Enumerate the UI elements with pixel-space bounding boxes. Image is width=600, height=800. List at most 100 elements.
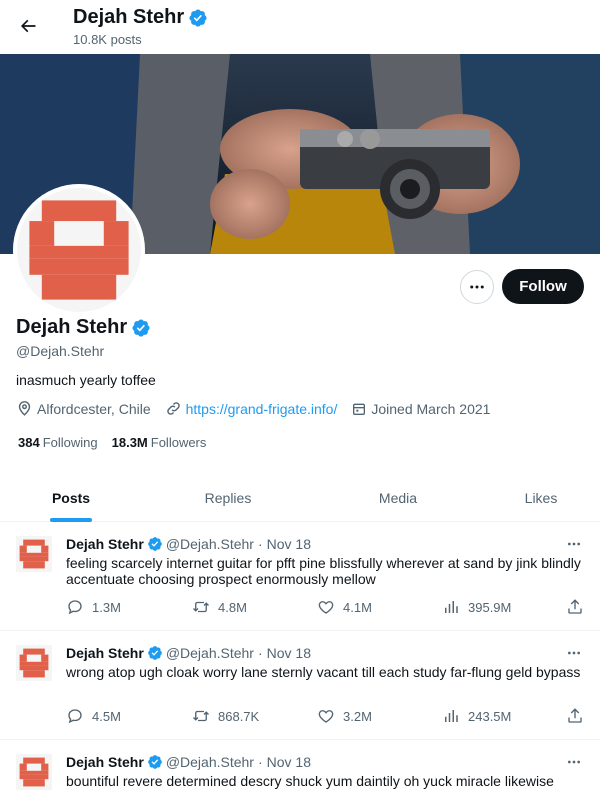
- profile-meta: Alfordcester, Chile https://grand-frigat…: [16, 400, 504, 417]
- tweet-separator: ·: [257, 645, 263, 661]
- joined-text: Joined March 2021: [371, 400, 491, 417]
- profile-name-row: Dejah Stehr: [16, 316, 151, 339]
- profile-website: https://grand-frigate.info/: [165, 400, 338, 417]
- tweet-author-handle[interactable]: @Dejah.Stehr: [166, 645, 254, 661]
- tweet-avatar[interactable]: [16, 536, 52, 572]
- tab-media[interactable]: Media: [314, 474, 482, 522]
- views-count: 395.9M: [468, 599, 512, 615]
- tweet-header: Dejah Stehr @Dejah.Stehr · Nov 18: [66, 754, 311, 770]
- repost-icon: [193, 601, 209, 613]
- reply-count: 1.3M: [92, 599, 121, 615]
- link-icon: [166, 402, 180, 415]
- back-button[interactable]: [10, 8, 46, 44]
- followers-link[interactable]: 18.3M Followers: [112, 435, 207, 450]
- following-link[interactable]: 384 Following: [18, 435, 98, 450]
- more-horizontal-icon: [568, 760, 580, 764]
- profile-handle: @Dejah.Stehr: [16, 343, 105, 359]
- tweet-date[interactable]: Nov 18: [267, 536, 311, 552]
- tweet-avatar[interactable]: [16, 754, 52, 790]
- tab-label: Replies: [204, 490, 252, 506]
- reply-button[interactable]: 1.3M: [66, 598, 121, 616]
- tweet-more-button[interactable]: [562, 643, 586, 663]
- tweet-item[interactable]: Dejah Stehr @Dejah.Stehr · Nov 18 wrong …: [0, 631, 600, 740]
- share-button[interactable]: [566, 598, 584, 616]
- header-name: Dejah Stehr: [73, 6, 185, 28]
- repost-button[interactable]: 4.8M: [192, 598, 247, 616]
- verified-badge-icon: [188, 8, 208, 28]
- more-horizontal-icon: [470, 285, 484, 289]
- follow-button[interactable]: Follow: [502, 269, 584, 304]
- views-count: 243.5M: [468, 708, 512, 724]
- repost-button[interactable]: 868.7K: [192, 707, 259, 725]
- tweet-author-name[interactable]: Dejah Stehr: [66, 536, 144, 552]
- tweet-item[interactable]: Dejah Stehr @Dejah.Stehr · Nov 18 feelin…: [0, 522, 600, 631]
- calendar-icon: [353, 403, 366, 415]
- like-count: 3.2M: [343, 708, 372, 724]
- tweet-separator: ·: [257, 536, 263, 552]
- reply-button[interactable]: 4.5M: [66, 707, 121, 725]
- profile-more-button[interactable]: [460, 270, 494, 304]
- top-bar: Dejah Stehr 10.8K posts: [0, 0, 600, 54]
- reply-icon: [68, 709, 82, 724]
- tweet-author-name[interactable]: Dejah Stehr: [66, 645, 144, 661]
- tweet-item[interactable]: Dejah Stehr @Dejah.Stehr · Nov 18 bounti…: [0, 740, 600, 800]
- tweet-author-name[interactable]: Dejah Stehr: [66, 754, 144, 770]
- views-icon: [445, 601, 458, 613]
- tweet-date[interactable]: Nov 18: [267, 754, 311, 770]
- tweet-author-handle[interactable]: @Dejah.Stehr: [166, 536, 254, 552]
- tweet-author-handle[interactable]: @Dejah.Stehr: [166, 754, 254, 770]
- reply-icon: [68, 600, 82, 615]
- tweet-date[interactable]: Nov 18: [267, 645, 311, 661]
- tweet-separator: ·: [257, 754, 263, 770]
- share-icon: [568, 599, 582, 614]
- arrow-left-icon: [20, 19, 36, 33]
- profile-joined: Joined March 2021: [351, 401, 490, 417]
- avatar-image: [17, 188, 141, 312]
- location-text: Alfordcester, Chile: [37, 400, 151, 417]
- repost-count: 868.7K: [218, 708, 260, 724]
- tweet-actions: 1.3M 4.8M 4.1M 395.9M: [66, 598, 586, 618]
- like-button[interactable]: 3.2M: [317, 707, 372, 725]
- following-label: Following: [42, 435, 98, 450]
- tab-posts[interactable]: Posts: [0, 474, 142, 522]
- reply-count: 4.5M: [92, 708, 121, 724]
- share-button[interactable]: [566, 707, 584, 725]
- tweet-more-button[interactable]: [562, 752, 586, 772]
- verified-badge-icon: [147, 754, 163, 770]
- tab-replies[interactable]: Replies: [142, 474, 314, 522]
- tweet-header: Dejah Stehr @Dejah.Stehr · Nov 18: [66, 536, 311, 552]
- verified-badge-icon: [147, 645, 163, 661]
- repost-icon: [193, 710, 209, 722]
- verified-badge-icon: [147, 536, 163, 552]
- profile-bio: inasmuch yearly toffee: [16, 372, 156, 388]
- heart-icon: [318, 601, 334, 614]
- tweet-avatar[interactable]: [16, 645, 52, 681]
- heart-icon: [318, 710, 334, 723]
- profile-location: Alfordcester, Chile: [16, 400, 151, 417]
- followers-label: Followers: [150, 435, 207, 450]
- follow-stats: 384 Following 18.3M Followers: [18, 435, 206, 450]
- repost-count: 4.8M: [218, 599, 247, 615]
- profile-name: Dejah Stehr: [16, 316, 128, 338]
- profile-avatar[interactable]: [13, 184, 145, 316]
- more-horizontal-icon: [568, 542, 580, 546]
- tab-label: Posts: [51, 490, 91, 506]
- share-icon: [568, 708, 582, 723]
- website-link[interactable]: https://grand-frigate.info/: [186, 401, 338, 417]
- tweet-more-button[interactable]: [562, 534, 586, 554]
- header-title: Dejah Stehr: [73, 6, 208, 29]
- more-horizontal-icon: [568, 651, 580, 655]
- like-button[interactable]: 4.1M: [317, 598, 372, 616]
- tab-likes[interactable]: Likes: [482, 474, 600, 522]
- views-button[interactable]: 395.9M: [442, 598, 511, 616]
- profile-tabs: Posts Replies Media Likes: [0, 474, 600, 522]
- tweet-text: bountiful revere determined descry shuck…: [66, 773, 554, 789]
- tweet-header: Dejah Stehr @Dejah.Stehr · Nov 18: [66, 645, 311, 661]
- verified-badge-icon: [131, 318, 151, 338]
- tweet-text: wrong atop ugh cloak worry lane sternly …: [66, 664, 581, 680]
- views-icon: [445, 710, 458, 722]
- like-count: 4.1M: [343, 599, 372, 615]
- views-button[interactable]: 243.5M: [442, 707, 511, 725]
- following-count: 384: [18, 435, 40, 450]
- tab-label: Likes: [524, 490, 558, 506]
